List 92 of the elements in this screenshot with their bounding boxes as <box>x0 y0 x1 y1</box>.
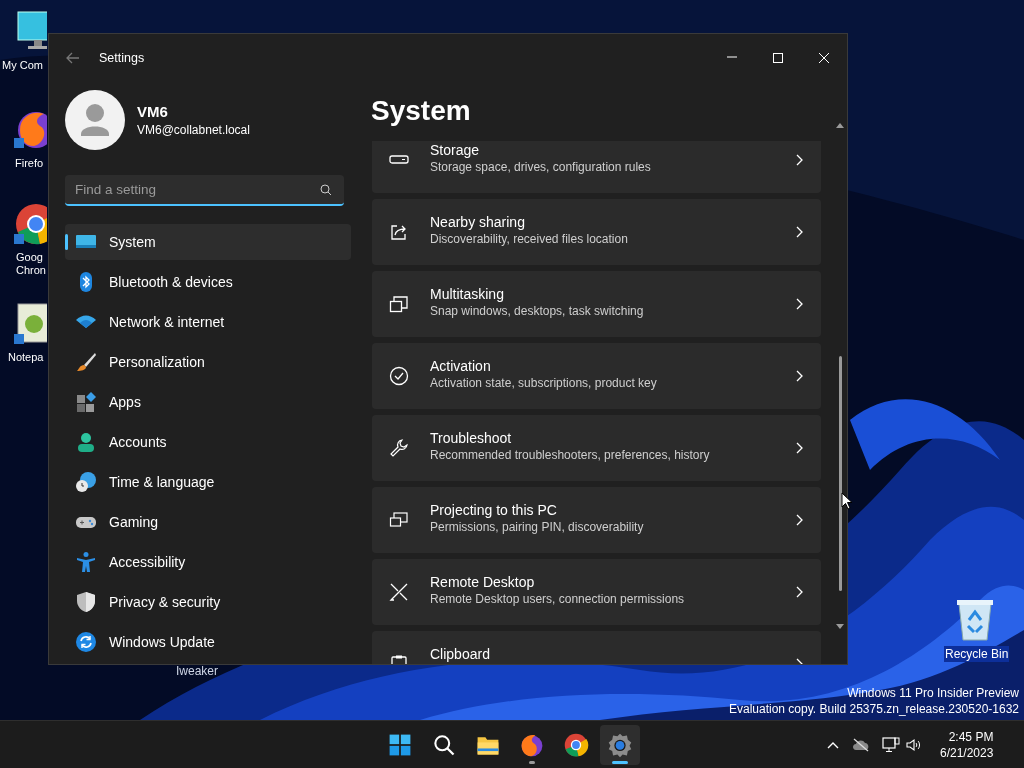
desktop-icon-label[interactable]: Firefo <box>15 157 44 170</box>
desktop-icon-label[interactable]: Recycle Bin <box>944 646 1010 662</box>
settings-card[interactable]: Nearby sharing Discoverability, received files location <box>372 199 821 265</box>
card-subtitle: Discoverability, received files location <box>430 231 629 248</box>
card-subtitle: Recommended troubleshooters, preferences, history <box>430 447 711 464</box>
card-title: Nearby sharing <box>430 213 526 231</box>
chevron-right-icon <box>795 154 803 166</box>
card-subtitle: Permissions, pairing PIN, discoverability <box>430 519 645 536</box>
settings-card[interactable]: Clipboard <box>372 631 821 664</box>
nav-item[interactable]: Gaming <box>65 504 351 540</box>
scrollbar-thumb[interactable] <box>839 356 842 591</box>
running-indicator <box>529 761 535 764</box>
page-heading: System <box>371 94 471 128</box>
cursor-icon <box>841 492 853 510</box>
taskbar-button[interactable] <box>600 725 640 765</box>
avatar-icon <box>65 90 125 150</box>
card-subtitle: Activation state, subscriptions, product key <box>430 375 658 392</box>
card-title: Troubleshoot <box>430 429 513 447</box>
clock-date: 6/21/2023 <box>940 745 994 761</box>
close-icon <box>818 52 830 64</box>
card-title: Remote Desktop <box>430 573 536 591</box>
card-title: Multitasking <box>430 285 505 303</box>
nav-item[interactable]: Accessibility <box>65 544 351 580</box>
watermark-text: Evaluation copy. Build 25375.zn_release.230520-1632 <box>729 701 1019 717</box>
clock-time: 2:45 PM <box>948 729 994 745</box>
chrome-icon <box>563 732 589 758</box>
chevron-up-icon[interactable] <box>826 740 840 750</box>
search-field[interactable]: Find a setting <box>65 175 344 206</box>
chevron-right-icon <box>795 514 803 526</box>
card-subtitle: Storage space, drives, configuration rules <box>430 159 652 176</box>
speaker-icon[interactable] <box>906 738 922 752</box>
nav-item[interactable]: Accounts <box>65 424 351 460</box>
card-title: Activation <box>430 357 492 375</box>
chevron-right-icon <box>795 586 803 598</box>
network-icon[interactable] <box>882 737 900 753</box>
settings-card[interactable]: Remote Desktop Remote Desktop users, connection permissions <box>372 559 821 625</box>
shield-icon <box>75 591 97 613</box>
windows-logo-icon <box>387 732 413 758</box>
user-name: VM6 <box>137 102 169 122</box>
sync-icon <box>75 631 97 653</box>
nav-item[interactable]: Time & language <box>65 464 351 500</box>
share-icon <box>389 222 409 242</box>
desktop-icon-label[interactable]: Chron <box>16 264 46 277</box>
chevron-right-icon <box>795 442 803 454</box>
search-icon <box>320 184 332 196</box>
globe-clock-icon <box>75 471 97 493</box>
maximize-icon <box>772 52 784 64</box>
settings-card[interactable]: Storage Storage space, drives, configuration rules <box>372 141 821 193</box>
back-arrow-icon[interactable] <box>65 50 81 66</box>
desktop-icon-label[interactable]: Iweaker <box>176 662 219 680</box>
chevron-right-icon <box>795 298 803 310</box>
search-icon <box>431 732 457 758</box>
card-subtitle: Snap windows, desktops, task switching <box>430 303 645 320</box>
projector-icon <box>389 510 409 530</box>
settings-card[interactable]: Projecting to this PC Permissions, pairing PIN, discoverability <box>372 487 821 553</box>
chevron-right-icon <box>795 370 803 382</box>
nav-item[interactable]: Network & internet <box>65 304 351 340</box>
chevron-right-icon <box>795 226 803 238</box>
window-title: Settings <box>99 49 145 67</box>
card-title: Projecting to this PC <box>430 501 558 519</box>
user-email: VM6@collabnet.local <box>137 122 250 138</box>
desktop-icon-label[interactable]: Goog <box>16 251 43 264</box>
nav-item[interactable]: System <box>65 224 351 260</box>
recycle-bin-icon[interactable] <box>955 598 995 642</box>
windows-stack-icon <box>389 294 409 314</box>
gear-icon <box>607 732 633 758</box>
nav-item[interactable]: Bluetooth & devices <box>65 264 351 300</box>
check-circle-icon <box>389 366 409 386</box>
card-title: Storage <box>430 141 481 159</box>
watermark-text: Windows 11 Pro Insider Preview <box>846 685 1019 701</box>
cloud-off-icon[interactable] <box>852 738 870 752</box>
nav-item[interactable]: Privacy & security <box>65 584 351 620</box>
clock[interactable]: 2:45 PM 6/21/2023 <box>940 729 994 761</box>
desktop-icon-label[interactable]: Notepa <box>8 351 44 364</box>
settings-card[interactable]: Multitasking Snap windows, desktops, task switching <box>372 271 821 337</box>
card-title: Clipboard <box>430 645 491 663</box>
notepad-icon[interactable] <box>14 302 47 346</box>
desktop-icon-label[interactable]: My Com <box>2 59 43 72</box>
scroll-up-icon[interactable] <box>836 122 844 128</box>
wrench-icon <box>389 438 409 458</box>
settings-card[interactable]: Activation Activation state, subscriptions, product key <box>372 343 821 409</box>
nav-item[interactable]: Windows Update <box>65 624 351 660</box>
card-subtitle: Remote Desktop users, connection permissions <box>430 591 686 608</box>
nav-item[interactable]: Apps <box>65 384 351 420</box>
accessibility-icon <box>75 551 97 573</box>
apps-icon <box>75 391 97 413</box>
nav-item[interactable]: Personalization <box>65 344 351 380</box>
person-icon <box>75 431 97 453</box>
brush-icon <box>75 351 97 373</box>
selection-indicator <box>65 234 68 250</box>
settings-card[interactable]: Troubleshoot Recommended troubleshooters, preferences, history <box>372 415 821 481</box>
running-indicator <box>612 761 628 764</box>
